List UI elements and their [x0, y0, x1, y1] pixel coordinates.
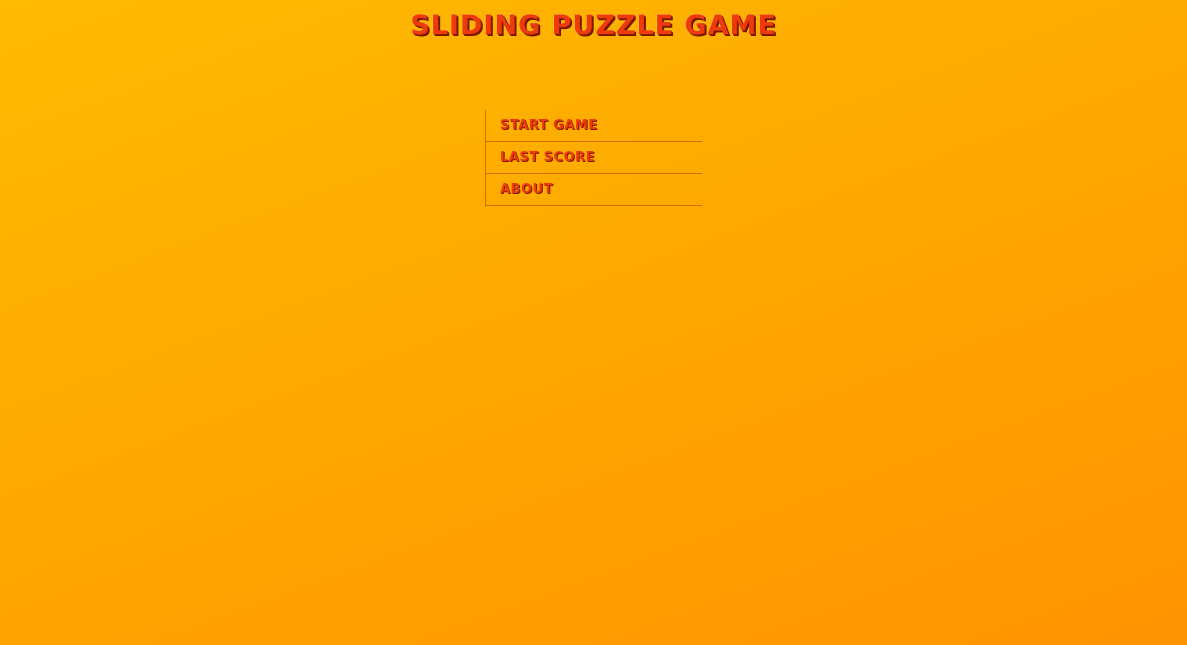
game-title: Sliding Puzzle Game [410, 10, 777, 41]
menu-item-label: Start Game [500, 118, 598, 133]
menu-item-last-score[interactable]: Last Score [486, 142, 702, 174]
menu-item-label: Last Score [500, 150, 595, 165]
menu-item-label: About [500, 182, 553, 197]
menu-item-about[interactable]: About [486, 174, 702, 206]
main-menu: Start Game Last Score About [485, 110, 702, 206]
menu-item-start-game[interactable]: Start Game [486, 110, 702, 142]
